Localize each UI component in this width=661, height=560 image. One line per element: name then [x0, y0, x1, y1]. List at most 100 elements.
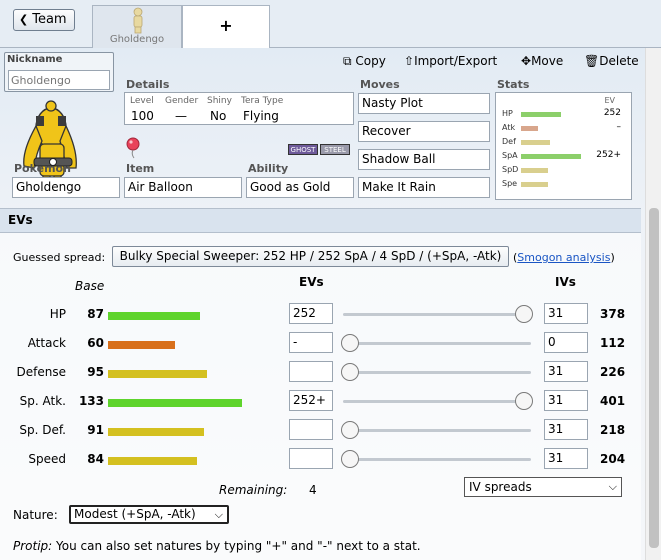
- iv-spreads-select[interactable]: IV spreads ⌵: [464, 477, 622, 497]
- move-field-1[interactable]: Nasty Plot: [358, 93, 490, 114]
- stat-name: HP: [49, 307, 66, 321]
- move-icon: ✥: [521, 54, 532, 68]
- mini-stat-def: Def: [496, 136, 633, 149]
- mini-stat-bar: [521, 182, 548, 187]
- evs-panel: EVs Guessed spread: Bulky Special Sweepe…: [0, 208, 641, 560]
- stat-row: HP 87 252 31 378: [0, 301, 641, 330]
- mini-stat-ev: 252+: [596, 150, 621, 160]
- ev-input[interactable]: 252: [289, 303, 333, 324]
- ev-slider-track[interactable]: [343, 458, 531, 461]
- ev-input[interactable]: 252+: [289, 390, 333, 411]
- team-button-label: Team: [32, 12, 67, 27]
- stat-total: 378: [600, 307, 626, 321]
- stat-row: Speed 84 31 204: [0, 446, 641, 475]
- ev-slider-track[interactable]: [343, 400, 531, 403]
- ev-input[interactable]: -: [289, 332, 333, 353]
- air-balloon-icon: [126, 137, 140, 159]
- ability-field[interactable]: Good as Gold: [246, 177, 354, 198]
- mini-stat-hp: HP 252: [496, 108, 633, 121]
- ev-slider-track[interactable]: [343, 342, 531, 345]
- move-field-3[interactable]: Shadow Ball: [358, 149, 490, 170]
- mini-stat-ev: 252: [603, 108, 621, 118]
- nickname-input[interactable]: [8, 70, 110, 90]
- protip-text: You can also set natures by typing "+" a…: [52, 539, 421, 553]
- mini-stat-ev: –: [616, 122, 622, 132]
- level-label: Level: [130, 96, 154, 106]
- chevron-left-icon: ❮: [19, 13, 29, 26]
- ev-slider-track[interactable]: [343, 429, 531, 432]
- tab-pokemon-gholdengo[interactable]: Gholdengo: [92, 5, 182, 48]
- ev-input[interactable]: [289, 361, 333, 382]
- move-field-2[interactable]: Recover: [358, 121, 490, 142]
- stat-row: Sp. Atk. 133 252+ 31 401: [0, 388, 641, 417]
- mini-stat-bar: [521, 126, 538, 131]
- stat-row: Sp. Def. 91 31 218: [0, 417, 641, 446]
- gender-label: Gender: [165, 96, 199, 106]
- item-field[interactable]: Air Balloon: [124, 177, 242, 198]
- evs-title: EVs: [0, 209, 641, 233]
- ev-slider-thumb[interactable]: [515, 305, 533, 323]
- ev-slider-thumb[interactable]: [341, 363, 359, 381]
- smogon-analysis-link[interactable]: Smogon analysis: [517, 251, 610, 264]
- smogon-close-paren: ): [610, 251, 615, 264]
- smogon-analysis: (Smogon analysis): [513, 251, 615, 264]
- iv-input[interactable]: 31: [544, 448, 588, 469]
- nature-select[interactable]: Modest (+SpA, -Atk) ⌵: [69, 505, 229, 524]
- mini-stat-spe: Spe: [496, 178, 633, 191]
- ev-slider-track[interactable]: [343, 313, 531, 316]
- stat-total: 218: [600, 423, 626, 437]
- mini-stat-bar: [521, 168, 548, 173]
- delete-button[interactable]: 🗑Delete: [584, 54, 639, 68]
- ev-slider-thumb[interactable]: [341, 334, 359, 352]
- import-export-label: Import/Export: [414, 54, 498, 68]
- ev-slider-track[interactable]: [343, 371, 531, 374]
- import-export-button[interactable]: ⇧Import/Export: [404, 54, 497, 68]
- iv-input[interactable]: 31: [544, 390, 588, 411]
- stat-total: 112: [600, 336, 626, 350]
- stat-base-bar: [108, 399, 242, 407]
- remaining-value: 4: [309, 483, 317, 497]
- iv-input[interactable]: 0: [544, 332, 588, 353]
- iv-input[interactable]: 31: [544, 303, 588, 324]
- stat-row: Defense 95 31 226: [0, 359, 641, 388]
- move-button[interactable]: ✥Move: [521, 54, 563, 68]
- nickname-box: Nickname: [4, 52, 114, 92]
- guessed-spread-label: Guessed spread:: [13, 251, 106, 264]
- nickname-label: Nickname: [7, 54, 63, 65]
- scrollbar[interactable]: [645, 48, 661, 560]
- move-field-4[interactable]: Make It Rain: [358, 177, 490, 198]
- stat-name: Attack: [27, 336, 66, 350]
- stat-row: Attack 60 - 0 112: [0, 330, 641, 359]
- iv-input[interactable]: 31: [544, 419, 588, 440]
- ev-input[interactable]: [289, 448, 333, 469]
- details-box[interactable]: Level 100 Gender — Shiny No Tera Type Fl…: [124, 92, 354, 125]
- tera-type-label: Tera Type: [241, 96, 284, 106]
- shiny-label: Shiny: [207, 96, 232, 106]
- ev-slider-thumb[interactable]: [341, 421, 359, 439]
- scrollbar-thumb[interactable]: [649, 208, 659, 548]
- mini-stat-name: Atk: [502, 123, 516, 132]
- guessed-spread-button[interactable]: Bulky Special Sweeper: 252 HP / 252 SpA …: [112, 246, 509, 267]
- stat-name: Sp. Def.: [19, 423, 66, 437]
- pokemon-field[interactable]: Gholdengo: [12, 177, 120, 198]
- copy-button[interactable]: ⧉ Copy: [343, 54, 386, 69]
- ev-input[interactable]: [289, 419, 333, 440]
- add-pokemon-tab[interactable]: +: [182, 5, 270, 48]
- ev-slider-thumb[interactable]: [515, 392, 533, 410]
- ev-slider-thumb[interactable]: [341, 450, 359, 468]
- level-value: 100: [131, 109, 154, 123]
- stat-base-bar: [108, 341, 175, 349]
- back-to-team-button[interactable]: ❮ Team: [13, 9, 75, 31]
- stat-base: 95: [87, 365, 104, 379]
- stats-summary-box[interactable]: EV HP 252 Atk – Def SpA 252+ SpD Spe: [495, 92, 632, 200]
- stat-base: 91: [87, 423, 104, 437]
- ability-label: Ability: [248, 162, 289, 175]
- stat-base: 87: [87, 307, 104, 321]
- iv-input[interactable]: 31: [544, 361, 588, 382]
- shiny-value: No: [210, 109, 227, 123]
- moves-label: Moves: [360, 78, 400, 91]
- copy-label: Copy: [355, 54, 386, 68]
- base-header: Base: [75, 279, 105, 293]
- ivs-header: IVs: [555, 275, 576, 289]
- gender-value: —: [175, 109, 187, 123]
